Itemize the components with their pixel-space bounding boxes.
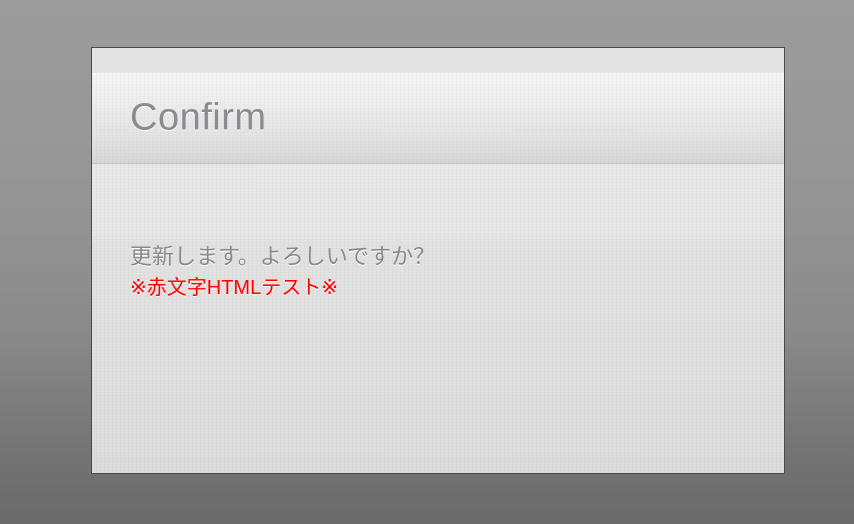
- confirm-dialog: Confirm 更新します。よろしいですか？ ※赤文字HTMLテスト※ OK キ…: [91, 47, 785, 474]
- dialog-header: Confirm: [92, 73, 784, 164]
- dialog-message-primary: 更新します。よろしいですか？: [130, 244, 436, 269]
- dialog-title: Confirm: [130, 96, 267, 139]
- dialog-message: 更新します。よろしいですか？ ※赤文字HTMLテスト※: [130, 240, 435, 303]
- dialog-top-strip: [92, 48, 784, 73]
- screen-background: Confirm 更新します。よろしいですか？ ※赤文字HTMLテスト※ OK キ…: [0, 0, 854, 524]
- dialog-message-accent: ※赤文字HTMLテスト※: [130, 277, 338, 299]
- dialog-body: 更新します。よろしいですか？ ※赤文字HTMLテスト※ OK キャンセル: [92, 164, 784, 473]
